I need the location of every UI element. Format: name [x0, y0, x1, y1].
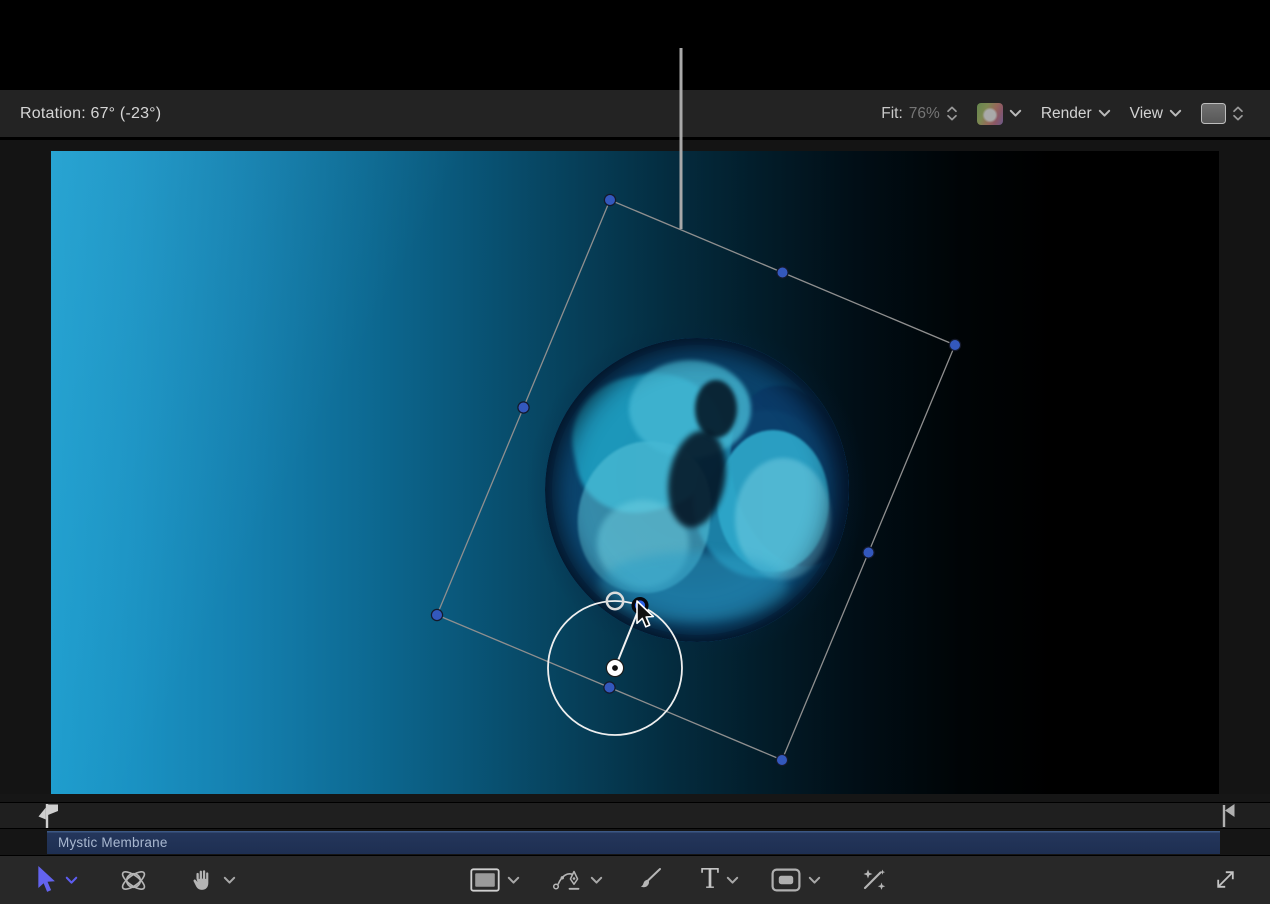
timeline-clip-bar[interactable]: Mystic Membrane — [47, 831, 1220, 854]
orb-body — [545, 338, 849, 642]
paintbrush-icon — [635, 866, 663, 894]
display-layout-control[interactable] — [1201, 103, 1244, 124]
color-channels-menu[interactable] — [977, 103, 1022, 125]
bezier-pen-tool[interactable] — [552, 867, 603, 894]
mask-rectangle-tool[interactable] — [771, 868, 821, 892]
resize-diagonal-button[interactable] — [1212, 866, 1239, 893]
tool-group-left — [36, 856, 236, 904]
fit-zoom-control[interactable]: Fit: 76% — [881, 105, 958, 123]
chevron-down-icon — [507, 876, 520, 885]
canvas-toolbar: Rotation: 67° (-23°) Fit: 76% Render — [0, 90, 1270, 137]
pan-hand-tool[interactable] — [189, 867, 236, 894]
clip-name-label: Mystic Membrane — [58, 835, 168, 850]
rotation-status-readout: Rotation: 67° (-23°) — [20, 105, 161, 123]
render-menu[interactable]: Render — [1041, 105, 1111, 123]
orb-blob — [561, 360, 738, 525]
text-tool[interactable]: T — [701, 867, 739, 894]
timeline-ruler[interactable] — [0, 803, 1270, 829]
3d-orbit-icon — [118, 865, 149, 896]
orb-blob — [572, 436, 717, 599]
chevron-down-icon — [1098, 109, 1111, 118]
orb-glow — [517, 310, 877, 670]
canvas-viewport — [0, 137, 1270, 794]
orb-blob — [597, 552, 789, 624]
mystic-membrane-object[interactable] — [517, 310, 877, 670]
rectangle-tool[interactable] — [470, 868, 520, 892]
stepper-up-down-icon[interactable] — [946, 106, 958, 121]
orb-blob — [682, 401, 846, 587]
orb-rim — [545, 338, 849, 642]
pen-nib-icon — [552, 867, 583, 894]
composition-canvas[interactable] — [51, 151, 1219, 797]
timeline-separator — [0, 794, 1270, 803]
resize-diagonal-icon — [1212, 866, 1239, 893]
tools-toolbar: T — [0, 856, 1270, 904]
tool-group-middle: T — [470, 856, 887, 904]
chevron-down-icon — [1009, 109, 1022, 118]
chevron-down-icon — [65, 876, 78, 885]
mask-rectangle-icon — [771, 868, 801, 892]
3d-transform-tool[interactable] — [118, 865, 149, 896]
hand-icon — [189, 867, 216, 894]
chevron-down-icon — [808, 876, 821, 885]
timeline-track: Mystic Membrane — [0, 829, 1270, 856]
select-arrow-icon — [36, 866, 58, 894]
fit-zoom-value: 76% — [909, 105, 940, 123]
toolbar-right-controls: Fit: 76% Render View — [881, 103, 1244, 125]
fit-label: Fit: — [881, 105, 903, 123]
orb-blob-dark — [712, 372, 849, 579]
display-layout-icon — [1201, 103, 1226, 124]
sparkle-wand-icon — [859, 866, 887, 894]
chevron-down-icon — [726, 876, 739, 885]
motion-canvas-window: Rotation: 67° (-23°) Fit: 76% Render — [0, 0, 1270, 904]
chevron-down-icon — [1169, 109, 1182, 118]
orb-blob-dark — [695, 380, 737, 438]
stepper-up-down-icon — [1232, 106, 1244, 121]
select-arrow-tool[interactable] — [36, 866, 78, 894]
orb-blob — [735, 458, 831, 580]
particle-sparkle-tool[interactable] — [859, 866, 887, 894]
rectangle-icon — [470, 868, 500, 892]
render-menu-label: Render — [1041, 105, 1092, 123]
view-menu[interactable]: View — [1130, 105, 1182, 123]
chevron-down-icon — [223, 876, 236, 885]
paintbrush-tool[interactable] — [635, 866, 663, 894]
top-black-band — [0, 0, 1270, 90]
chevron-down-icon — [590, 876, 603, 885]
orb-blob — [629, 360, 751, 458]
orb-blob — [717, 430, 829, 572]
text-tool-glyph: T — [701, 866, 719, 893]
color-channels-icon — [977, 103, 1003, 125]
view-menu-label: View — [1130, 105, 1163, 123]
orb-blob-dark — [661, 426, 733, 532]
orb-blob — [597, 500, 689, 588]
